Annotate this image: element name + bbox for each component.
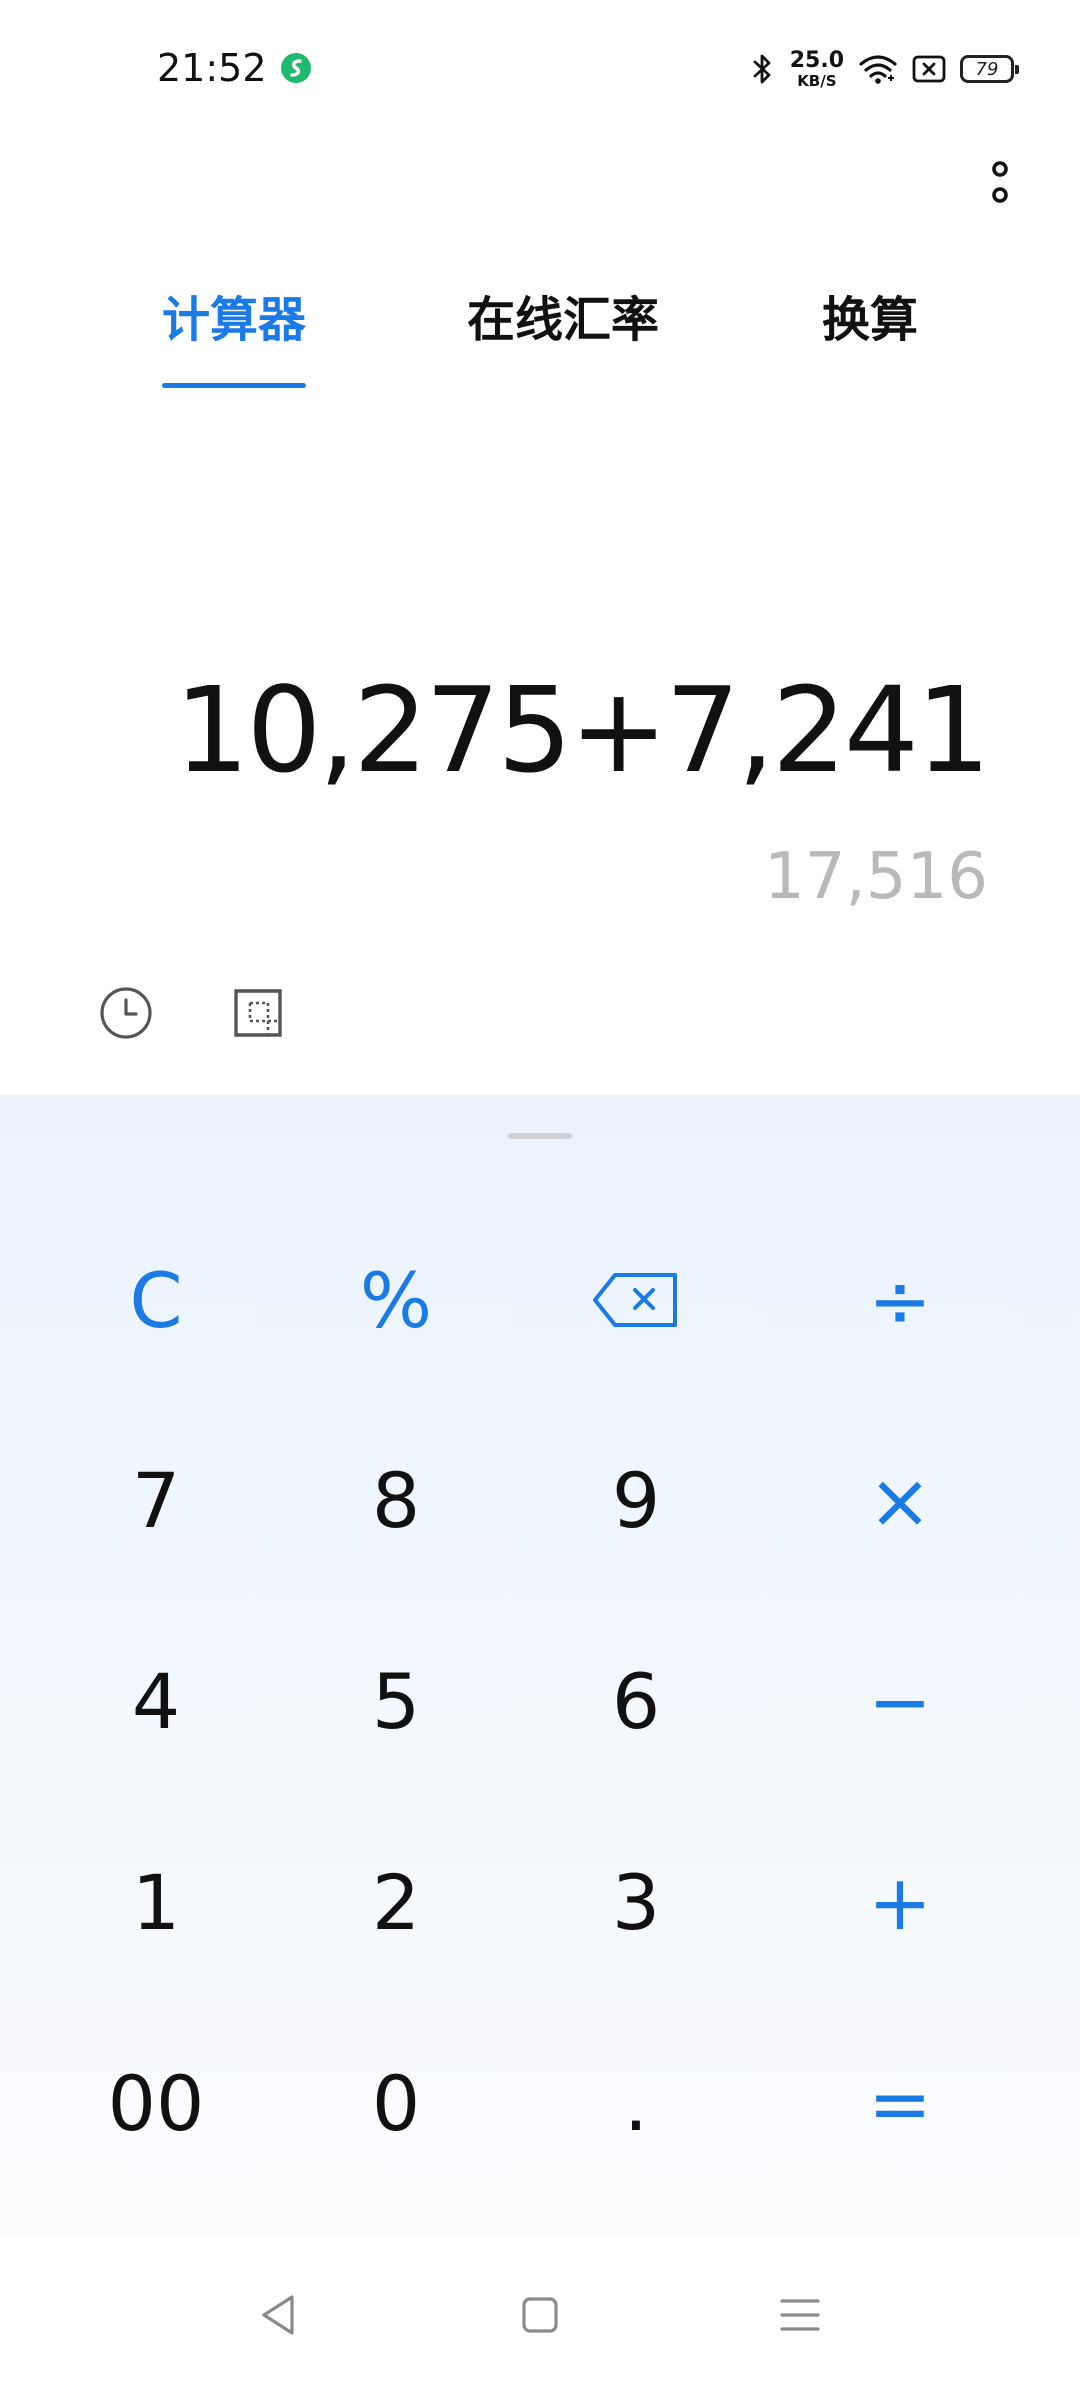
back-triangle-icon[interactable] — [250, 2285, 310, 2345]
percent-button[interactable]: % — [286, 1210, 506, 1390]
add-button[interactable]: + — [790, 1812, 1010, 1992]
wifi-icon — [859, 55, 897, 84]
active-tab-indicator — [162, 383, 306, 388]
more-options-button[interactable] — [975, 155, 1025, 215]
subtract-button[interactable]: − — [790, 1611, 1010, 1791]
battery-level: 79 — [975, 58, 999, 80]
network-speed-value: 25.0 — [789, 47, 844, 73]
home-square-icon[interactable] — [510, 2285, 570, 2345]
expand-icon[interactable] — [230, 985, 286, 1041]
tab-exchange-rate[interactable]: 在线汇率 — [467, 285, 659, 355]
battery-indicator: 79 — [960, 55, 1019, 83]
keypad-drag-handle[interactable] — [508, 1133, 572, 1139]
multiply-button[interactable]: × — [790, 1410, 1010, 1590]
status-time: 21:52 — [157, 46, 267, 90]
double-zero-button[interactable]: 00 — [46, 2013, 266, 2193]
backspace-icon — [593, 1273, 677, 1327]
digit-9-button[interactable]: 9 — [526, 1410, 746, 1590]
status-indicators: 25.0 KB/S 79 — [750, 44, 1019, 94]
digit-6-button[interactable]: 6 — [526, 1611, 746, 1791]
equals-button[interactable]: = — [790, 2013, 1010, 2193]
expression-display: 10,275+7,241 — [174, 661, 991, 799]
digit-8-button[interactable]: 8 — [286, 1410, 506, 1590]
mode-tabs: 计算器 在线汇率 换算 — [0, 285, 1080, 395]
network-speed-unit: KB/S — [797, 71, 837, 90]
backspace-button[interactable] — [526, 1210, 746, 1390]
digit-0-button[interactable]: 0 — [286, 2013, 506, 2193]
tab-calculator[interactable]: 计算器 — [162, 285, 306, 355]
digit-7-button[interactable]: 7 — [46, 1410, 266, 1590]
digit-5-button[interactable]: 5 — [286, 1611, 506, 1791]
clock-icon[interactable] — [98, 985, 154, 1041]
app-notification-icon — [281, 53, 311, 83]
digit-1-button[interactable]: 1 — [46, 1812, 266, 1992]
clear-button[interactable]: C — [46, 1210, 266, 1390]
tab-unit-conversion[interactable]: 换算 — [822, 285, 918, 355]
decimal-point-button[interactable]: . — [526, 2013, 746, 2193]
digit-2-button[interactable]: 2 — [286, 1812, 506, 1992]
digit-3-button[interactable]: 3 — [526, 1812, 746, 1992]
divide-button[interactable]: ÷ — [790, 1210, 1010, 1390]
recents-menu-icon[interactable] — [770, 2285, 830, 2345]
keypad: C % ÷ 7 8 9 × 4 5 6 − 1 2 3 + 00 0 . = — [0, 1095, 1080, 2235]
status-bar: 21:52 25.0 KB/S 79 — [0, 0, 1080, 140]
bluetooth-icon — [753, 54, 771, 84]
result-preview: 17,516 — [764, 840, 988, 914]
system-nav-bar — [0, 2235, 1080, 2400]
network-speed: 25.0 KB/S — [789, 47, 844, 90]
digit-4-button[interactable]: 4 — [46, 1611, 266, 1791]
no-sim-icon — [912, 55, 946, 83]
